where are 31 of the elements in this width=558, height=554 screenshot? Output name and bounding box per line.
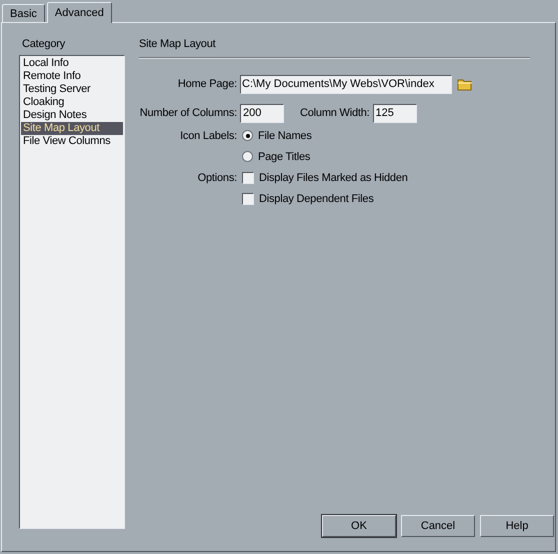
tab[interactable]: Basic — [2, 4, 45, 23]
dialog-button[interactable]: Cancel — [401, 515, 475, 537]
option-label[interactable]: File Names — [258, 130, 312, 142]
column-width-field[interactable]: 125 — [372, 104, 417, 122]
category-item[interactable]: Remote Info — [21, 70, 123, 83]
dialog-button[interactable]: OK — [322, 515, 396, 537]
radio-button[interactable] — [242, 130, 253, 141]
folder-icon[interactable] — [457, 78, 473, 90]
category-item[interactable]: Local Info — [21, 57, 123, 70]
field-label: Icon Labels: — [179, 130, 238, 142]
section-title: Site Map Layout — [139, 38, 216, 51]
category-label: Category — [22, 38, 66, 51]
field-label: Home Page: — [176, 78, 238, 90]
home-page-field[interactable]: C:\My Documents\My Webs\VOR\index — [240, 74, 452, 94]
dialog-button[interactable]: Help — [480, 515, 554, 537]
option-label[interactable]: Display Dependent Files — [259, 192, 374, 204]
category-item[interactable]: Site Map Layout — [21, 122, 123, 135]
checkbox[interactable] — [242, 192, 254, 204]
columns-field[interactable]: 200 — [240, 104, 284, 122]
category-item[interactable]: Cloaking — [21, 96, 123, 109]
radio-button[interactable] — [242, 151, 253, 162]
field-label: Number of Columns: — [139, 107, 238, 119]
field-label: Column Width: — [300, 107, 370, 119]
tab[interactable]: Advanced — [46, 2, 112, 23]
category-item[interactable]: File View Columns — [21, 135, 123, 148]
category-item[interactable]: Testing Server — [21, 83, 123, 96]
field-label: Options: — [196, 172, 238, 184]
option-label[interactable]: Display Files Marked as Hidden — [259, 172, 408, 184]
category-item[interactable]: Design Notes — [21, 109, 123, 122]
option-label[interactable]: Page Titles — [258, 150, 310, 162]
checkbox[interactable] — [242, 172, 254, 184]
